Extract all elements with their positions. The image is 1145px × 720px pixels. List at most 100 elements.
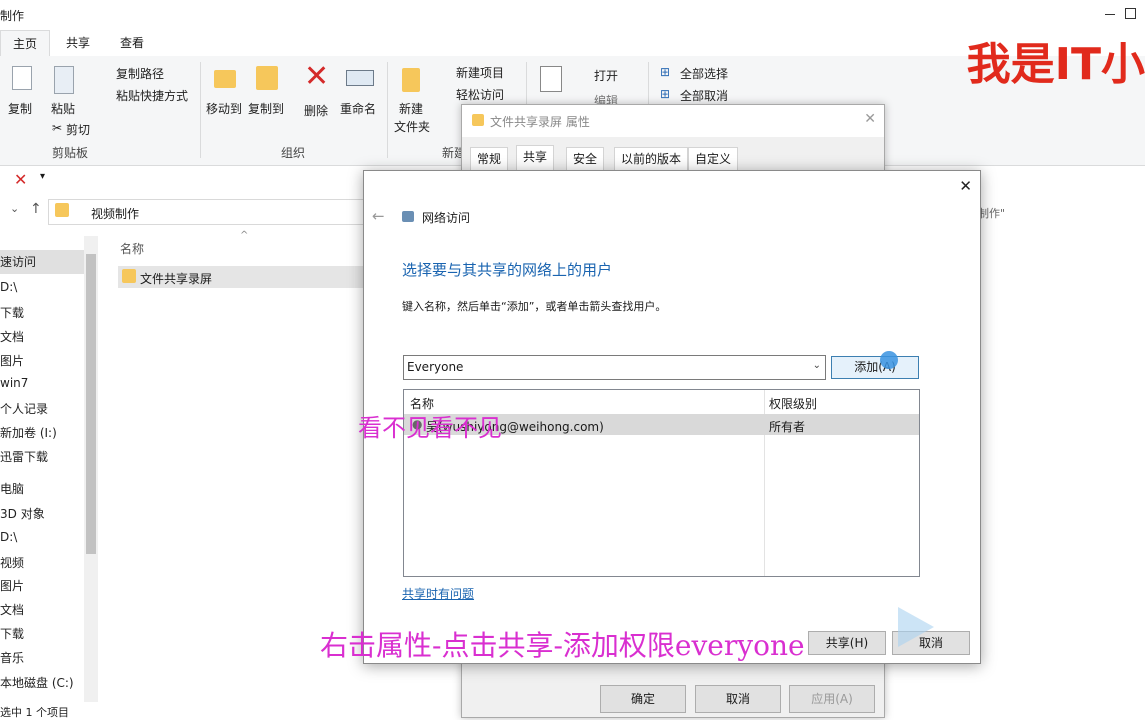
list-item-label: 文件共享录屏 <box>140 272 213 286</box>
nav-item[interactable]: 新加卷 (I:) <box>0 424 57 441</box>
easy-access-button[interactable]: 轻松访问 <box>456 86 504 103</box>
users-icon <box>402 211 414 222</box>
search-box[interactable]: 制作" <box>978 205 1005 221</box>
nav-item[interactable]: win7 <box>0 376 28 390</box>
nav-item[interactable]: D:\ <box>0 280 17 294</box>
dialog-header: 网络访问 <box>422 211 471 225</box>
copy-button[interactable]: 复制 <box>8 100 32 117</box>
tab-sharing[interactable]: 共享 <box>516 145 555 172</box>
cancel-button[interactable]: 取消 <box>695 685 781 713</box>
caption-bottom: 右击属性-点击共享-添加权限everyone <box>320 629 805 662</box>
copy-to-icon <box>256 66 278 90</box>
chevron-down-icon[interactable]: ⌄ <box>813 360 821 371</box>
watermark-logo: 我是IT小 <box>966 39 1145 90</box>
folder-icon <box>55 203 69 217</box>
nav-item[interactable]: 下载 <box>0 625 24 642</box>
nav-scrollbar[interactable] <box>84 236 98 702</box>
copy-icon <box>12 66 32 90</box>
properties-title: 文件共享录屏 属性 <box>490 115 590 129</box>
nav-item[interactable]: 图片 <box>0 352 24 369</box>
back-arrow-icon[interactable]: ← <box>372 207 385 225</box>
title-bar: 制作 <box>0 0 1145 30</box>
nav-item[interactable]: 3D 对象 <box>0 505 45 522</box>
address-bar[interactable]: 视频制作 <box>48 199 370 225</box>
status-bar-text: 选中 1 个项目 <box>0 706 69 719</box>
select-all-button[interactable]: 全部选择 <box>680 65 728 82</box>
nav-item[interactable]: 电脑 <box>0 480 24 497</box>
row-permission: 所有者 <box>769 420 806 434</box>
cursor-highlight <box>880 351 898 369</box>
caption-mid: 看不见看不见 <box>358 414 502 442</box>
new-folder-icon <box>402 68 420 92</box>
ok-button[interactable]: 确定 <box>600 685 686 713</box>
tab-security[interactable]: 安全 <box>566 147 605 171</box>
close-icon[interactable]: ✕ <box>864 111 876 127</box>
nav-item[interactable]: 音乐 <box>0 649 24 666</box>
nav-item[interactable]: D:\ <box>0 530 17 544</box>
folder-icon <box>122 269 136 283</box>
nav-item[interactable]: 视频 <box>0 554 24 571</box>
instruction-text: 键入名称，然后单击“添加”，或者单击箭头查找用户。 <box>402 300 667 313</box>
nav-item[interactable]: 文档 <box>0 601 24 618</box>
nav-item[interactable]: 图片 <box>0 577 24 594</box>
tab-previous-versions[interactable]: 以前的版本 <box>614 147 689 171</box>
column-header-permission[interactable]: 权限级别 <box>769 395 817 412</box>
paste-button[interactable]: 粘贴 <box>51 100 75 117</box>
select-all-icon: ⊞ <box>660 65 671 79</box>
rename-icon <box>346 70 374 86</box>
tab-home[interactable]: 主页 <box>0 30 50 57</box>
nav-item[interactable]: 文档 <box>0 328 24 345</box>
new-folder-button-line2: 文件夹 <box>394 120 431 134</box>
play-watermark-icon <box>898 607 934 647</box>
list-item[interactable]: 文件共享录屏 <box>118 266 370 288</box>
address-path: 视频制作 <box>91 207 140 221</box>
new-item-button[interactable]: 新建项目 <box>456 64 504 81</box>
delete-button[interactable]: 删除 <box>304 102 328 119</box>
move-to-icon <box>214 70 236 88</box>
minimize-icon[interactable] <box>1105 14 1115 15</box>
open-button[interactable]: 打开 <box>594 67 618 84</box>
delete-icon: ✕ <box>304 59 330 94</box>
nav-item[interactable]: 迅雷下载 <box>0 448 48 465</box>
tab-general[interactable]: 常规 <box>470 147 509 171</box>
cut-button[interactable]: 剪切 <box>66 121 90 138</box>
window-controls <box>1085 0 1145 30</box>
folder-icon <box>472 114 484 126</box>
add-button[interactable]: 添加(A) <box>831 356 919 379</box>
paste-icon <box>54 66 74 94</box>
new-folder-button[interactable]: 新建 <box>399 100 423 117</box>
window-title: 制作 <box>0 9 25 23</box>
copy-path-button[interactable]: 复制路径 <box>116 65 164 82</box>
tab-customize[interactable]: 自定义 <box>688 147 739 171</box>
chevron-down-icon[interactable]: ▾ <box>40 171 45 182</box>
nav-item[interactable]: 个人记录 <box>0 400 48 417</box>
properties-icon <box>540 66 562 92</box>
clipboard-group-label: 剪贴板 <box>52 146 89 160</box>
organize-group-label: 组织 <box>281 146 306 160</box>
tab-share[interactable]: 共享 <box>56 30 100 56</box>
apply-button[interactable]: 应用(A) <box>789 685 875 713</box>
select-none-icon: ⊞ <box>660 87 671 101</box>
combo-value: Everyone <box>407 360 464 374</box>
sort-arrow-icon: ^ <box>240 230 249 241</box>
user-combo-box[interactable]: Everyone ⌄ <box>403 355 826 380</box>
dialog-heading: 选择要与其共享的网络上的用户 <box>402 261 613 279</box>
copy-to-button[interactable]: 复制到 <box>248 100 284 117</box>
nav-item-quick-access[interactable]: 速访问 <box>0 250 84 274</box>
rename-button[interactable]: 重命名 <box>340 100 376 117</box>
up-arrow-icon[interactable]: ↑ <box>30 201 42 217</box>
move-to-button[interactable]: 移动到 <box>206 100 242 117</box>
help-link[interactable]: 共享时有问题 <box>402 585 474 602</box>
chevron-down-icon[interactable]: ⌄ <box>10 202 19 215</box>
paste-shortcut-button[interactable]: 粘贴快捷方式 <box>116 87 188 104</box>
share-button[interactable]: 共享(H) <box>808 631 886 655</box>
select-none-button[interactable]: 全部取消 <box>680 87 728 104</box>
close-icon[interactable]: ✕ <box>959 177 972 195</box>
column-header-name[interactable]: 名称 <box>120 240 144 257</box>
tab-view[interactable]: 查看 <box>110 30 154 56</box>
nav-item[interactable]: 下载 <box>0 304 24 321</box>
delete-quick-icon[interactable]: ✕ <box>14 170 27 189</box>
scissors-icon: ✂ <box>52 121 63 135</box>
maximize-icon[interactable] <box>1125 8 1136 19</box>
nav-item[interactable]: 本地磁盘 (C:) <box>0 674 74 691</box>
